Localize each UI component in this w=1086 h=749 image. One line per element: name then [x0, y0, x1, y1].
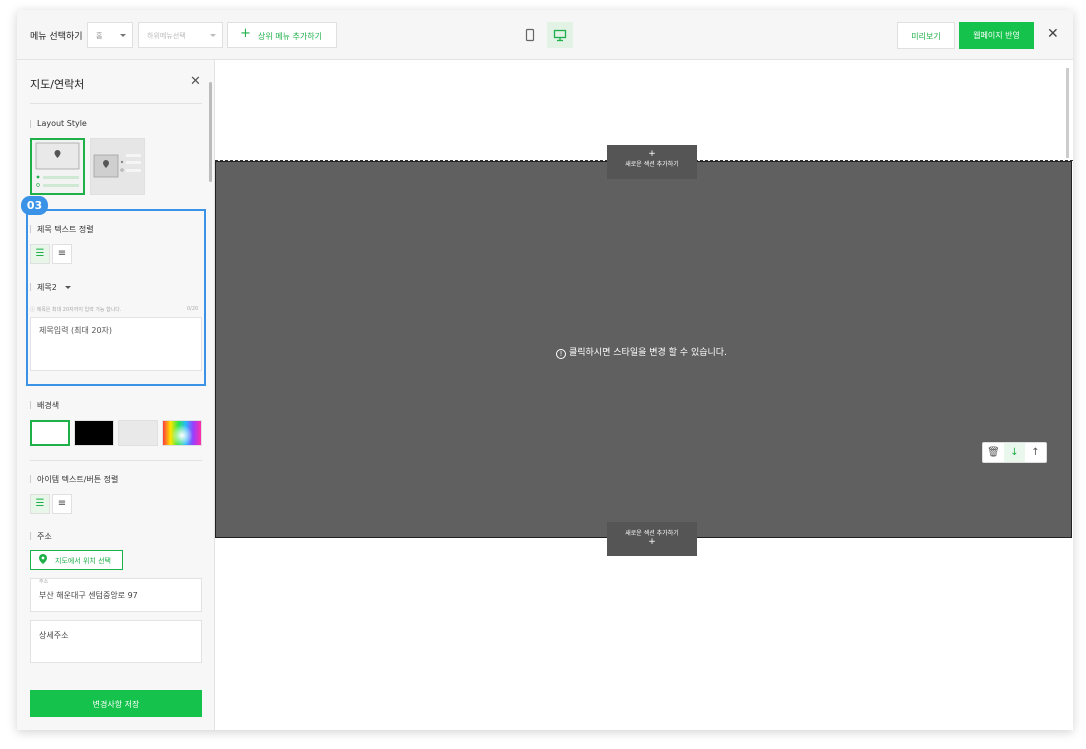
desktop-view-button[interactable] — [547, 22, 573, 48]
section-toolbar: 🗑 ↓ ↑ — [982, 442, 1047, 463]
plus-icon: + — [240, 26, 251, 41]
chevron-down-icon — [210, 34, 216, 37]
item-align-center-button[interactable]: ≡ — [52, 494, 72, 514]
item-align-label: 아이템 텍스트/버튼 정렬 — [30, 474, 118, 485]
add-section-top-button[interactable]: + 새로운 섹션 추가하기 — [607, 145, 697, 179]
move-down-icon[interactable]: ↓ — [1004, 443, 1025, 462]
divider — [30, 460, 202, 461]
map-location-label: 지도에서 위치 선택 — [55, 557, 111, 565]
title-hint-text: 제목은 최대 20자까지 입력 가능 합니다. — [36, 307, 122, 313]
char-counter: 0/20 — [187, 306, 199, 312]
add-top-menu-button[interactable]: + 상위 메뉴 추가하기 — [227, 22, 337, 48]
heading-level-select[interactable]: 제목2 — [30, 282, 72, 293]
settings-panel: 지도/연락처 ✕ Layout Style 03 제목 텍스트 정렬 ☰ ≡ 제… — [17, 60, 215, 730]
bg-swatch-black[interactable] — [74, 420, 114, 446]
address-label: 주소 — [30, 531, 52, 542]
bg-color-label: 배경색 — [30, 400, 59, 411]
plus-icon: + — [648, 537, 656, 547]
top-toolbar: 메뉴 선택하기 홈 하위메뉴선택 + 상위 메뉴 추가하기 미리보기 웹페이지 … — [17, 10, 1073, 60]
page-canvas: ! 클릭하시면 스타일을 변경 할 수 있습니다. 🗑 ↓ ↑ + 새로운 섹션 … — [215, 60, 1073, 730]
align-center-icon: ≡ — [57, 248, 67, 259]
add-top-menu-label: 상위 메뉴 추가하기 — [258, 32, 322, 41]
title-align-label: 제목 텍스트 정렬 — [30, 224, 94, 235]
align-center-button[interactable]: ≡ — [52, 244, 72, 264]
close-icon[interactable]: ✕ — [1047, 27, 1059, 41]
title-input[interactable]: 제목입력 (최대 20자) — [30, 317, 202, 371]
align-center-icon: ≡ — [57, 498, 67, 509]
layout-style-label: Layout Style — [30, 119, 87, 128]
custom-color-picker[interactable] — [162, 420, 202, 446]
top-menu-select[interactable]: 홈 — [87, 22, 133, 48]
section-hint: ! 클릭하시면 스타일을 변경 할 수 있습니다. — [556, 345, 727, 359]
canvas-scrollbar[interactable] — [1066, 68, 1069, 158]
align-left-icon: ☰ — [35, 248, 45, 259]
layout-option-1[interactable] — [30, 138, 85, 195]
map-contact-section[interactable]: ! 클릭하시면 스타일을 변경 할 수 있습니다. 🗑 ↓ ↑ — [215, 161, 1072, 538]
address-field-label: 주소 — [39, 579, 49, 585]
close-icon[interactable]: ✕ — [190, 74, 201, 89]
panel-scrollbar[interactable] — [209, 82, 212, 182]
bg-swatch-white[interactable] — [30, 420, 70, 446]
align-left-icon: ☰ — [35, 498, 45, 509]
detail-address-field[interactable]: 상세주소 — [30, 620, 202, 663]
publish-button[interactable]: 웹페이지 반영 — [959, 22, 1034, 49]
address-field[interactable]: 주소 부산 해운대구 센텀중앙로 97 — [30, 578, 202, 612]
chevron-down-icon — [120, 34, 126, 37]
add-section-label: 새로운 섹션 추가하기 — [625, 530, 679, 537]
title-hint: ⓘ 제목은 최대 20자까지 입력 가능 합니다. — [30, 307, 122, 313]
panel-title: 지도/연락처 — [30, 78, 85, 91]
section-hint-text: 클릭하시면 스타일을 변경 할 수 있습니다. — [569, 348, 727, 358]
layout-preview-icon — [35, 142, 80, 187]
preview-button[interactable]: 미리보기 — [897, 22, 955, 49]
add-section-bottom-button[interactable]: 새로운 섹션 추가하기 + — [607, 522, 697, 556]
editor-window: 메뉴 선택하기 홈 하위메뉴선택 + 상위 메뉴 추가하기 미리보기 웹페이지 … — [17, 10, 1073, 730]
menu-select-label: 메뉴 선택하기 — [30, 32, 83, 42]
divider — [30, 103, 202, 104]
layout-option-2[interactable] — [90, 138, 145, 195]
item-align-left-button[interactable]: ☰ — [30, 494, 50, 514]
move-up-icon[interactable]: ↑ — [1025, 443, 1046, 462]
layout-preview-icon — [93, 154, 141, 178]
top-menu-value: 홈 — [96, 32, 103, 40]
detail-address-placeholder: 상세주소 — [39, 631, 69, 640]
chevron-down-icon — [65, 286, 72, 289]
align-left-button[interactable]: ☰ — [30, 244, 50, 264]
info-icon: ! — [556, 349, 566, 359]
desktop-icon — [553, 29, 567, 42]
delete-icon[interactable]: 🗑 — [983, 443, 1004, 462]
sub-menu-placeholder: 하위메뉴선택 — [147, 32, 186, 40]
save-button[interactable]: 변경사항 저장 — [30, 690, 202, 717]
heading-level-value: 제목2 — [37, 283, 57, 292]
bg-swatch-grey[interactable] — [118, 420, 158, 446]
mobile-view-button[interactable] — [517, 22, 543, 48]
step-badge: 03 — [21, 196, 48, 215]
address-value: 부산 해운대구 센텀중앙로 97 — [39, 591, 138, 600]
add-section-label: 새로운 섹션 추가하기 — [625, 161, 679, 168]
sub-menu-select[interactable]: 하위메뉴선택 — [138, 22, 223, 48]
map-location-button[interactable]: 지도에서 위치 선택 — [30, 550, 123, 570]
plus-icon: + — [648, 149, 656, 159]
location-pin-icon — [39, 554, 47, 564]
mobile-icon — [525, 28, 535, 42]
